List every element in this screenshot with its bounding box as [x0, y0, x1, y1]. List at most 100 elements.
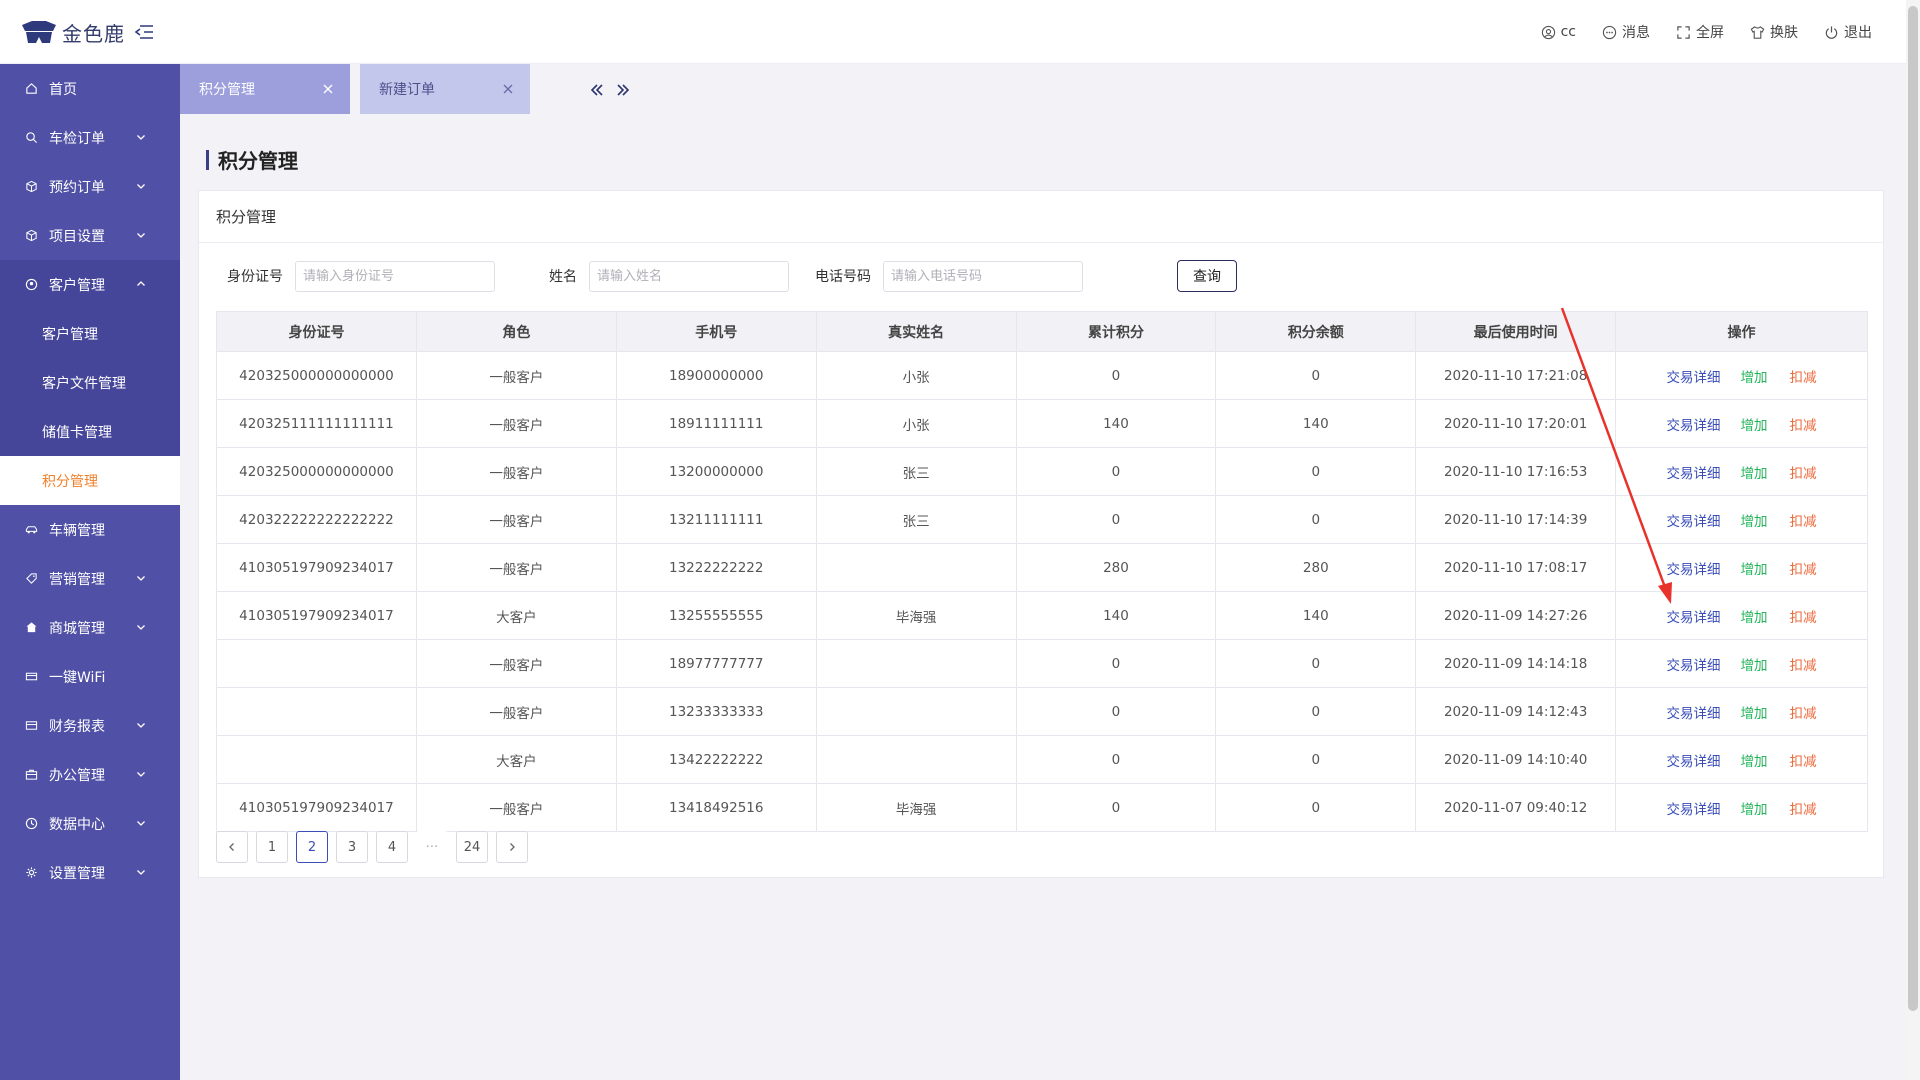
cell-id: 410305197909234017	[216, 591, 417, 640]
sidebar-item-settings[interactable]: 设置管理	[0, 848, 180, 897]
sidebar-item-wifi[interactable]: 一键WiFi	[0, 652, 180, 701]
pagination: 1 2 3 4 ··· 24	[216, 831, 528, 863]
query-button[interactable]: 查询	[1177, 260, 1237, 292]
sidebar-item-appointment-orders[interactable]: 预约订单	[0, 162, 180, 211]
sidebar-item-data-center[interactable]: 数据中心	[0, 799, 180, 848]
transaction-detail-link[interactable]: 交易详细	[1667, 558, 1721, 578]
shirt-icon	[1750, 25, 1765, 39]
menu-collapse-icon[interactable]	[133, 21, 155, 43]
sidebar-item-marketing[interactable]: 营销管理	[0, 554, 180, 603]
chevron-down-icon	[137, 576, 145, 581]
sidebar-item-project-settings[interactable]: 项目设置	[0, 211, 180, 260]
page-button-current[interactable]: 2	[296, 831, 328, 863]
close-icon[interactable]	[502, 83, 514, 95]
chevron-down-icon	[137, 870, 145, 875]
deduct-points-link[interactable]: 扣减	[1790, 606, 1817, 626]
tab-bar: 积分管理 新建订单	[180, 64, 1908, 114]
add-points-link[interactable]: 增加	[1741, 654, 1768, 674]
add-points-link[interactable]: 增加	[1741, 366, 1768, 386]
deduct-points-link[interactable]: 扣减	[1790, 750, 1817, 770]
phone-label: 电话号码	[815, 269, 871, 285]
card-title: 积分管理	[216, 208, 277, 226]
logout-button[interactable]: 退出	[1824, 22, 1872, 42]
sidebar-subitem-customer-files[interactable]: 客户文件管理	[0, 358, 180, 407]
deduct-points-link[interactable]: 扣减	[1790, 510, 1817, 530]
deduct-points-link[interactable]: 扣减	[1790, 798, 1817, 818]
add-points-link[interactable]: 增加	[1741, 750, 1768, 770]
tab-new-order[interactable]: 新建订单	[360, 64, 530, 114]
cell-role: 一般客户	[415, 447, 617, 496]
deduct-points-link[interactable]: 扣减	[1790, 654, 1817, 674]
add-points-link[interactable]: 增加	[1741, 606, 1768, 626]
add-points-link[interactable]: 增加	[1741, 702, 1768, 722]
page-button[interactable]: 24	[456, 831, 488, 863]
cell-balance: 0	[1215, 447, 1417, 496]
transaction-detail-link[interactable]: 交易详细	[1667, 462, 1721, 482]
cell-role: 一般客户	[415, 783, 617, 832]
add-points-link[interactable]: 增加	[1741, 414, 1768, 434]
cell-actions: 交易详细 增加 扣减	[1615, 591, 1868, 640]
sidebar-item-home[interactable]: 首页	[0, 64, 180, 113]
deduct-points-link[interactable]: 扣减	[1790, 414, 1817, 434]
tab-points-management[interactable]: 积分管理	[180, 64, 350, 114]
messages-button[interactable]: 消息	[1602, 22, 1650, 42]
page-button[interactable]: 3	[336, 831, 368, 863]
scrollbar-thumb[interactable]	[1908, 6, 1918, 1011]
transaction-detail-link[interactable]: 交易详细	[1667, 702, 1721, 722]
cell-name: 小张	[815, 351, 1017, 400]
sidebar-item-label: 办公管理	[49, 767, 105, 784]
transaction-detail-link[interactable]: 交易详细	[1667, 606, 1721, 626]
deduct-points-link[interactable]: 扣减	[1790, 366, 1817, 386]
transaction-detail-link[interactable]: 交易详细	[1667, 510, 1721, 530]
transaction-detail-link[interactable]: 交易详细	[1667, 798, 1721, 818]
cell-balance: 0	[1215, 687, 1417, 736]
transaction-detail-link[interactable]: 交易详细	[1667, 654, 1721, 674]
user-menu[interactable]: cc	[1541, 24, 1576, 40]
sidebar-item-office[interactable]: 办公管理	[0, 750, 180, 799]
add-points-link[interactable]: 增加	[1741, 798, 1768, 818]
double-chevron-right-icon[interactable]	[615, 82, 631, 98]
deduct-points-link[interactable]: 扣减	[1790, 462, 1817, 482]
column-header: 身份证号	[216, 311, 417, 352]
sidebar-item-inspection-orders[interactable]: 车检订单	[0, 113, 180, 162]
sidebar-item-vehicles[interactable]: 车辆管理	[0, 505, 180, 554]
id-number-input[interactable]	[295, 260, 495, 292]
sidebar-subitem-customers[interactable]: 客户管理	[0, 309, 180, 358]
double-chevron-left-icon[interactable]	[589, 82, 605, 98]
table-row: 大客户 13422222222 0 0 2020-11-09 14:10:40 交易详细增…	[216, 735, 1868, 784]
sidebar-subitem-points[interactable]: 积分管理	[0, 456, 180, 505]
skin-button[interactable]: 换肤	[1750, 22, 1798, 42]
next-page-button[interactable]	[496, 831, 528, 863]
phone-input[interactable]	[883, 260, 1083, 292]
transaction-detail-link[interactable]: 交易详细	[1667, 414, 1721, 434]
cell-actions: 交易详细 增加 扣减	[1615, 495, 1868, 544]
page-ellipsis[interactable]: ···	[416, 831, 448, 863]
cell-role: 一般客户	[415, 495, 617, 544]
cell-actions: 交易详细 增加 扣减	[1615, 543, 1868, 592]
chevron-down-icon	[137, 772, 145, 777]
sidebar-subitem-stored-value-cards[interactable]: 储值卡管理	[0, 407, 180, 456]
report-icon	[24, 719, 38, 733]
close-icon[interactable]	[322, 83, 334, 95]
fullscreen-button[interactable]: 全屏	[1676, 22, 1724, 42]
transaction-detail-link[interactable]: 交易详细	[1667, 366, 1721, 386]
page-button[interactable]: 1	[256, 831, 288, 863]
sidebar-item-label: 车辆管理	[49, 522, 105, 539]
sidebar-item-finance-reports[interactable]: 财务报表	[0, 701, 180, 750]
transaction-detail-link[interactable]: 交易详细	[1667, 750, 1721, 770]
name-input[interactable]	[589, 260, 789, 292]
prev-page-button[interactable]	[216, 831, 248, 863]
deduct-points-link[interactable]: 扣减	[1790, 702, 1817, 722]
cell-time: 2020-11-07 09:40:12	[1415, 783, 1617, 832]
add-points-link[interactable]: 增加	[1741, 510, 1768, 530]
message-icon	[1602, 25, 1617, 39]
deduct-points-link[interactable]: 扣减	[1790, 558, 1817, 578]
page-button[interactable]: 4	[376, 831, 408, 863]
page-scrollbar[interactable]	[1906, 0, 1920, 1080]
add-points-link[interactable]: 增加	[1741, 462, 1768, 482]
sidebar-item-customer-management[interactable]: 客户管理	[0, 260, 180, 309]
add-points-link[interactable]: 增加	[1741, 558, 1768, 578]
sidebar-subitem-label: 客户管理	[42, 326, 98, 343]
sidebar-item-mall[interactable]: 商城管理	[0, 603, 180, 652]
cell-time: 2020-11-09 14:10:40	[1415, 735, 1617, 784]
